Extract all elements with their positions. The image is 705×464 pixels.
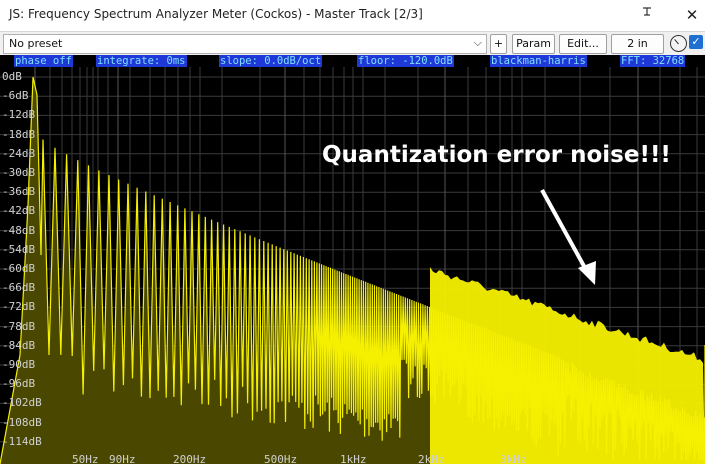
wet-knob[interactable] — [670, 35, 687, 52]
add-preset-button[interactable]: + — [490, 34, 507, 54]
io-button[interactable]: 2 in — [611, 34, 664, 54]
bypass-checkbox[interactable]: ✓ — [689, 35, 703, 49]
toolbar: No preset ⌵ + Param Edit... 2 in ✓ — [0, 31, 705, 56]
param-button[interactable]: Param — [512, 34, 555, 54]
pin-icon[interactable] — [640, 6, 654, 21]
annotation-arrow — [540, 189, 596, 285]
window-title: JS: Frequency Spectrum Analyzer Meter (C… — [9, 7, 423, 21]
chevron-down-icon: ⌵ — [473, 36, 482, 49]
pin-icon-graphic — [643, 7, 651, 16]
edit-button[interactable]: Edit... — [559, 34, 607, 54]
close-button[interactable]: ✕ — [680, 4, 704, 26]
preset-select[interactable]: No preset ⌵ — [3, 34, 487, 54]
preset-value: No preset — [9, 37, 63, 50]
window-titlebar: JS: Frequency Spectrum Analyzer Meter (C… — [0, 0, 705, 30]
spectrum-display[interactable]: phase off integrate: 0ms slope: 0.0dB/oct f… — [0, 55, 705, 464]
